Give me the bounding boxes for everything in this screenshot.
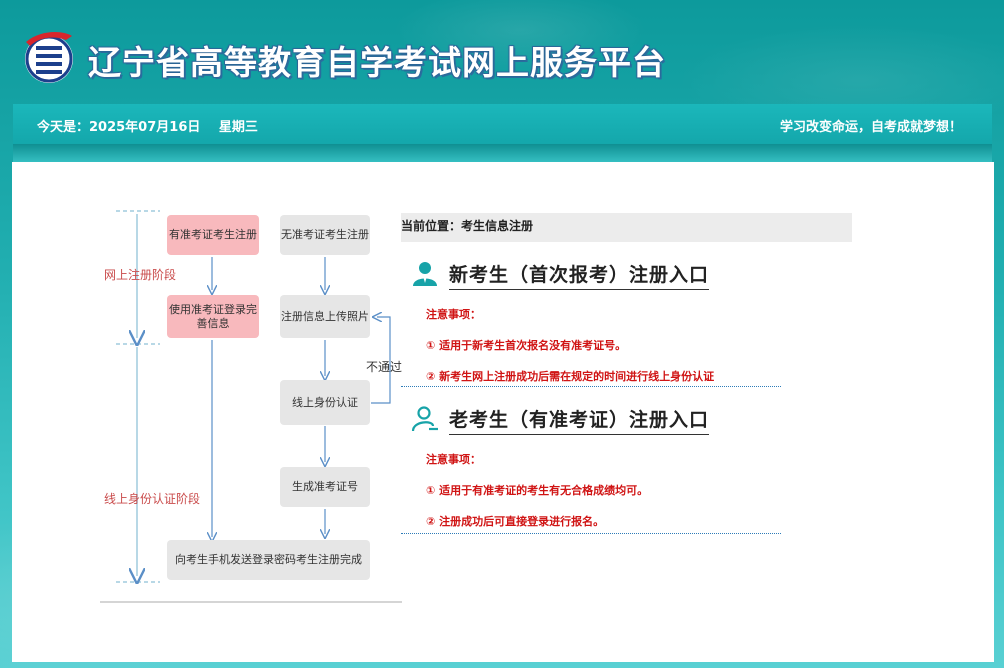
content-area: 当前位置：考生信息注册 新考生（首次报考）注册入口 注意事项： ① 适用于新考生… — [401, 213, 852, 534]
new-student-register-link[interactable]: 新考生（首次报考）注册入口 — [449, 260, 710, 290]
stage-verify-label: 线上身份认证阶段 — [104, 492, 201, 506]
note-item: ② 新考生网上注册成功后需在规定的时间进行线上身份认证 — [426, 370, 715, 383]
site-title: 辽宁省高等教育自学考试网上服务平台 — [88, 43, 666, 82]
old-student-register-link[interactable]: 老考生（有准考证）注册入口 — [449, 405, 710, 435]
header-shadow-bar — [13, 144, 992, 162]
box-without-ticket: 无准考证考生注册 — [280, 215, 370, 255]
old-student-section: 老考生（有准考证）注册入口 注意事项： ① 适用于有准考证的考生有无合格成绩均可… — [401, 387, 852, 534]
logo-icon — [25, 32, 73, 83]
user-outline-icon — [411, 406, 438, 432]
new-student-notes: 注意事项： ① 适用于新考生首次报名没有准考证号。 ② 新考生网上注册成功后需在… — [401, 292, 852, 386]
box-identity-verify: 线上身份认证 — [280, 380, 370, 425]
box-finish: 向考生手机发送登录密码考生注册完成 — [167, 540, 370, 580]
info-bar: 今天是：2025年07月16日 星期三 学习改变命运，自考成就梦想！ — [13, 104, 992, 144]
weekday-label: 星期三 — [218, 120, 258, 135]
notes-heading: 注意事项： — [426, 308, 481, 321]
section-divider — [401, 533, 781, 534]
box-login-complete: 使用准考证登录完善信息 — [167, 295, 259, 338]
note-item: ① 适用于新考生首次报名没有准考证号。 — [426, 339, 627, 352]
box-upload-photo: 注册信息上传照片 — [280, 295, 370, 338]
not-pass-label: 不通过 — [366, 360, 403, 374]
new-student-header: 新考生（首次报考）注册入口 — [401, 242, 852, 292]
date-label: 今天是：2025年07月16日 — [37, 120, 201, 135]
old-student-header: 老考生（有准考证）注册入口 — [401, 387, 852, 437]
notes-heading: 注意事项： — [426, 453, 481, 466]
box-with-ticket: 有准考证考生注册 — [167, 215, 259, 255]
old-student-notes: 注意事项： ① 适用于有准考证的考生有无合格成绩均可。 ② 注册成功后可直接登录… — [401, 437, 852, 533]
breadcrumb: 当前位置：考生信息注册 — [401, 213, 852, 242]
user-icon — [413, 262, 437, 286]
stage-register-label: 网上注册阶段 — [104, 268, 177, 282]
note-item: ① 适用于有准考证的考生有无合格成绩均可。 — [426, 484, 649, 497]
main-panel: 网上注册阶段 线上身份认证阶段 有准考证考生注册 无准考证考生注册 使用准考证登… — [12, 162, 994, 662]
date-display: 今天是：2025年07月16日 星期三 — [37, 116, 272, 135]
new-student-section: 新考生（首次报考）注册入口 注意事项： ① 适用于新考生首次报名没有准考证号。 … — [401, 242, 852, 387]
site-header: 辽宁省高等教育自学考试网上服务平台 — [0, 0, 1004, 104]
box-generate-ticket: 生成准考证号 — [280, 467, 370, 507]
note-item: ② 注册成功后可直接登录进行报名。 — [426, 515, 605, 528]
slogan: 学习改变命运，自考成就梦想！ — [779, 120, 962, 135]
registration-flowchart: 网上注册阶段 线上身份认证阶段 有准考证考生注册 无准考证考生注册 使用准考证登… — [12, 162, 412, 662]
